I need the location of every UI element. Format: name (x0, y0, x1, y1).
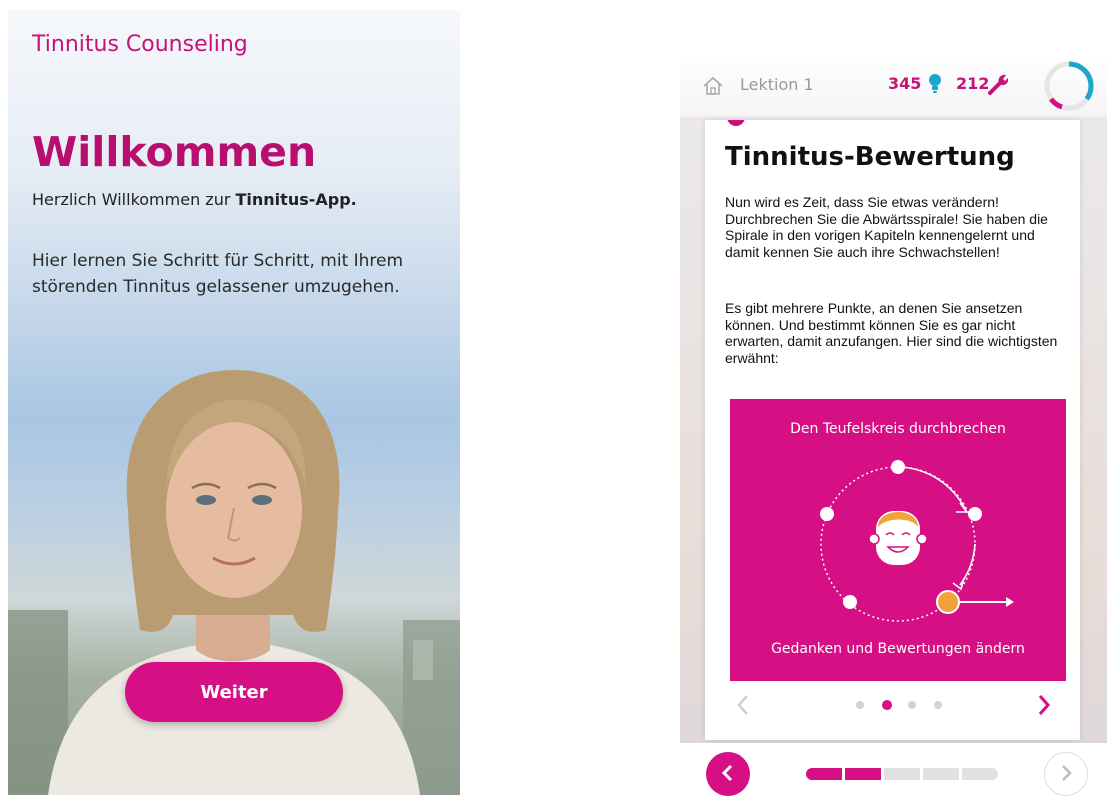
top-bar: Lektion 1 345 212 (680, 55, 1107, 117)
lightbulb-icon (929, 74, 941, 93)
back-button[interactable] (706, 752, 750, 796)
card-marker (727, 120, 745, 126)
home-icon[interactable] (702, 75, 724, 97)
wrench-icon (988, 74, 1009, 95)
cycle-node (820, 507, 834, 521)
welcome-intro: Herzlich Willkommen zur Tinnitus-App. (32, 190, 357, 209)
welcome-heading: Willkommen (32, 128, 317, 176)
bottom-nav (680, 743, 1107, 807)
step-segment-pending (962, 768, 998, 780)
carousel-dot[interactable] (934, 701, 942, 709)
carousel-dot[interactable] (908, 701, 916, 709)
carousel-dot[interactable] (856, 701, 864, 709)
step-segment-done (845, 768, 881, 780)
intro-text: Herzlich Willkommen zur (32, 190, 236, 209)
progress-ring (1044, 61, 1094, 111)
cycle-node (843, 595, 857, 609)
chevron-right-icon (1062, 764, 1072, 781)
carousel-dot-active[interactable] (882, 700, 892, 710)
step-segment-pending (884, 768, 920, 780)
chevron-left-icon[interactable] (733, 693, 753, 717)
brand-title: Tinnitus Counseling (32, 32, 248, 57)
slide-title: Den Teufelskreis durchbrechen (790, 421, 1006, 437)
chevron-right-icon[interactable] (1034, 693, 1054, 717)
lesson-label: Lektion 1 (740, 75, 814, 94)
app-name: Tinnitus-App. (235, 190, 357, 209)
step-segment-done (806, 768, 842, 780)
counselor-portrait (8, 370, 460, 795)
chevron-left-icon (721, 764, 733, 781)
points-count: 345 (888, 74, 922, 93)
slide-caption: Gedanken und Bewertungen ändern (771, 641, 1025, 657)
card-title: Tinnitus-Bewertung (725, 142, 1015, 172)
next-button[interactable] (1044, 752, 1088, 796)
cycle-node (891, 460, 905, 474)
lesson-card: Tinnitus-Bewertung Nun wird es Zeit, das… (705, 120, 1080, 740)
lesson-screen: Lektion 1 345 212 Tinnitus-Bewertung Nun… (680, 55, 1107, 807)
continue-button[interactable]: Weiter (125, 662, 343, 722)
card-paragraph-2: Es gibt mehrere Punkte, an denen Sie ans… (725, 300, 1058, 366)
cycle-node (968, 507, 982, 521)
carousel-slide: Den Teufelskreis durchbrechen Gedanken u… (730, 399, 1066, 681)
card-paragraph-1: Nun wird es Zeit, dass Sie etwas verände… (725, 194, 1048, 260)
cycle-diagram (820, 460, 1014, 622)
tools-count: 212 (956, 74, 990, 93)
welcome-screen: Tinnitus Counseling Willkommen Herzlich … (8, 10, 460, 795)
carousel-dots (856, 700, 946, 711)
step-segment-pending (923, 768, 959, 780)
welcome-body: Hier lernen Sie Schritt für Schritt, mit… (32, 251, 404, 297)
cycle-node-highlight (936, 590, 960, 614)
